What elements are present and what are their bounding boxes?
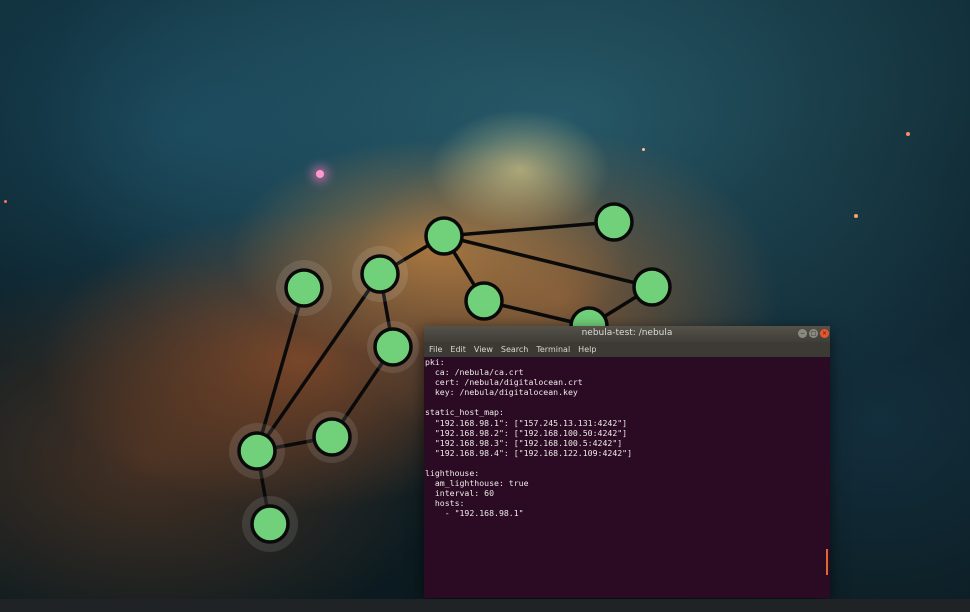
terminal-line: key: /nebula/digitalocean.key — [425, 387, 578, 398]
terminal-menubar: File Edit View Search Terminal Help — [424, 342, 830, 357]
terminal-line: cert: /nebula/digitalocean.crt — [425, 377, 583, 388]
graph-edge — [443, 234, 653, 289]
graph-node — [312, 417, 352, 457]
terminal-line: "192.168.98.4": ["192.168.122.109:4242"] — [425, 447, 633, 458]
close-button[interactable]: × — [820, 329, 829, 338]
menu-edit[interactable]: Edit — [447, 342, 469, 357]
menu-file[interactable]: File — [426, 342, 445, 357]
menu-terminal[interactable]: Terminal — [533, 342, 573, 357]
minimize-button[interactable]: − — [798, 329, 807, 338]
terminal-line: hosts: — [425, 498, 465, 509]
menu-search[interactable]: Search — [498, 342, 531, 357]
terminal-line: am_lighthouse: true — [425, 478, 529, 489]
graph-node — [464, 281, 504, 321]
terminal-line: "192.168.98.1": ["157.245.13.131:4242"] — [425, 417, 628, 428]
scrollbar-thumb[interactable] — [826, 549, 828, 575]
terminal-line: - "192.168.98.1" — [425, 508, 524, 519]
graph-node — [424, 216, 464, 256]
terminal-line: static_host_map: — [425, 407, 504, 418]
maximize-button[interactable]: □ — [809, 329, 818, 338]
graph-node — [632, 267, 672, 307]
graph-node — [594, 202, 634, 242]
terminal-line: lighthouse: — [425, 468, 480, 479]
graph-edge — [443, 220, 615, 238]
terminal-line: interval: 60 — [425, 488, 495, 499]
menu-help[interactable]: Help — [575, 342, 599, 357]
terminal-line: "192.168.98.3": ["192.168.100.5:4242"] — [425, 437, 623, 448]
terminal-line: pki: — [425, 357, 445, 367]
terminal-scrollbar[interactable] — [824, 357, 830, 598]
terminal-titlebar[interactable]: nebula-test: /nebula − □ × — [424, 326, 830, 342]
terminal-window[interactable]: nebula-test: /nebula − □ × File Edit Vie… — [424, 326, 830, 598]
taskbar — [0, 599, 970, 612]
desktop-wallpaper: nebula-test: /nebula − □ × File Edit Vie… — [0, 0, 970, 612]
graph-node — [373, 327, 413, 367]
terminal-output[interactable]: pki: ca: /nebula/ca.crt cert: /nebula/di… — [424, 357, 824, 598]
terminal-line: ca: /nebula/ca.crt — [425, 367, 524, 378]
terminal-title: nebula-test: /nebula — [581, 328, 673, 338]
terminal-line: "192.168.98.2": ["192.168.100.50:4242"] — [425, 427, 628, 438]
graph-node — [237, 431, 277, 471]
menu-view[interactable]: View — [471, 342, 496, 357]
graph-node — [250, 504, 290, 544]
graph-node-halos — [229, 246, 419, 552]
graph-node — [284, 268, 324, 308]
graph-node — [360, 254, 400, 294]
